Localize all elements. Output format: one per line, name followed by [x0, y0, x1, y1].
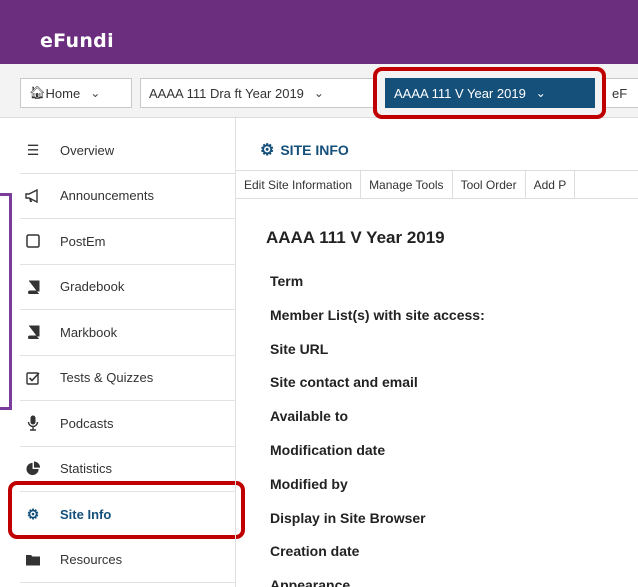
sidebar-item-label: Announcements — [60, 188, 154, 204]
site-tab-draft[interactable]: AAAA 111 Dra ft Year 2019 ⌄ — [140, 78, 374, 108]
field-label-member-lists: Member List(s) with site access: — [270, 306, 485, 323]
field-label-site-contact: Site contact and email — [270, 374, 418, 391]
book-icon — [22, 325, 44, 340]
site-tab-home-label: Home — [45, 85, 81, 101]
sidebar-item-label: Statistics — [60, 461, 113, 477]
microphone-icon — [22, 415, 44, 431]
gear-icon: ⚙︎ — [260, 142, 275, 159]
top-header: eFundi — [0, 0, 638, 64]
sidebar-item-label: PostEm — [60, 233, 106, 249]
square-icon — [22, 234, 44, 248]
tool-order-button[interactable]: Tool Order — [453, 171, 526, 198]
section-title-label: SITE INFO — [280, 142, 349, 158]
field-label-appearance: Appearance — [270, 577, 351, 587]
book-icon — [22, 280, 44, 294]
edit-site-information-button[interactable]: Edit Site Information — [236, 171, 362, 198]
site-tab-next-label: eF — [612, 85, 628, 101]
efundi-logo[interactable]: eFundi — [40, 30, 114, 52]
home-icon: 🏠︎ — [29, 85, 46, 100]
pie-chart-icon — [22, 461, 44, 476]
sidebar-item-resources[interactable]: Resources — [20, 538, 235, 583]
section-title: ⚙︎ SITE INFO — [260, 140, 349, 160]
megaphone-icon — [22, 188, 44, 203]
sidebar-item-label: Resources — [60, 552, 123, 568]
page-title: AAAA 111 V Year 2019 — [266, 228, 445, 247]
highlight-selected-site — [373, 67, 606, 119]
sidebar-item-label: Tests & Quizzes — [60, 370, 154, 386]
sidebar-item-label: Podcasts — [60, 415, 114, 431]
sidebar-item-postem[interactable]: PostEm — [20, 219, 235, 265]
sidebar-item-label: Overview — [60, 142, 115, 158]
left-accent-bracket — [0, 193, 12, 410]
chevron-down-icon[interactable]: ⌄ — [314, 86, 324, 100]
sidebar-item-overview[interactable]: ☰ Overview — [20, 128, 235, 174]
site-tab-home[interactable]: 🏠︎ Home ⌄ — [20, 78, 132, 108]
site-tab-draft-label: AAAA 111 Dra ft Year 2019 — [149, 85, 304, 101]
site-info-toolbar: Edit Site Information Manage Tools Tool … — [236, 170, 638, 199]
site-tab-next[interactable]: eF — [603, 78, 638, 108]
highlight-site-info — [8, 481, 245, 539]
checkbox-icon — [22, 371, 44, 385]
folder-icon — [22, 553, 44, 566]
field-label-available-to: Available to — [270, 408, 349, 425]
site-info-fields: Term Member List(s) with site access: Si… — [270, 273, 485, 587]
list-icon: ☰ — [26, 141, 40, 158]
sidebar-item-label: Markbook — [60, 324, 118, 340]
field-label-term: Term — [270, 273, 304, 289]
field-label-modification-date: Modification date — [270, 441, 386, 458]
field-label-creation-date: Creation date — [270, 543, 360, 560]
sidebar-item-markbook[interactable]: Markbook — [20, 310, 235, 356]
sidebar-item-podcasts[interactable]: Podcasts — [20, 401, 235, 447]
field-label-modified-by: Modified by — [270, 475, 348, 492]
chevron-down-icon[interactable]: ⌄ — [90, 86, 100, 100]
sidebar-item-announcements[interactable]: Announcements — [20, 174, 235, 219]
sidebar-item-tests-quizzes[interactable]: Tests & Quizzes — [20, 356, 235, 401]
field-label-site-url: Site URL — [270, 340, 329, 357]
add-participants-button[interactable]: Add P — [526, 171, 576, 198]
manage-tools-button[interactable]: Manage Tools — [361, 171, 453, 198]
sidebar-item-label: Gradebook — [60, 279, 125, 295]
sidebar-item-gradebook[interactable]: Gradebook — [20, 265, 235, 310]
field-label-display-in-browser: Display in Site Browser — [270, 509, 426, 526]
